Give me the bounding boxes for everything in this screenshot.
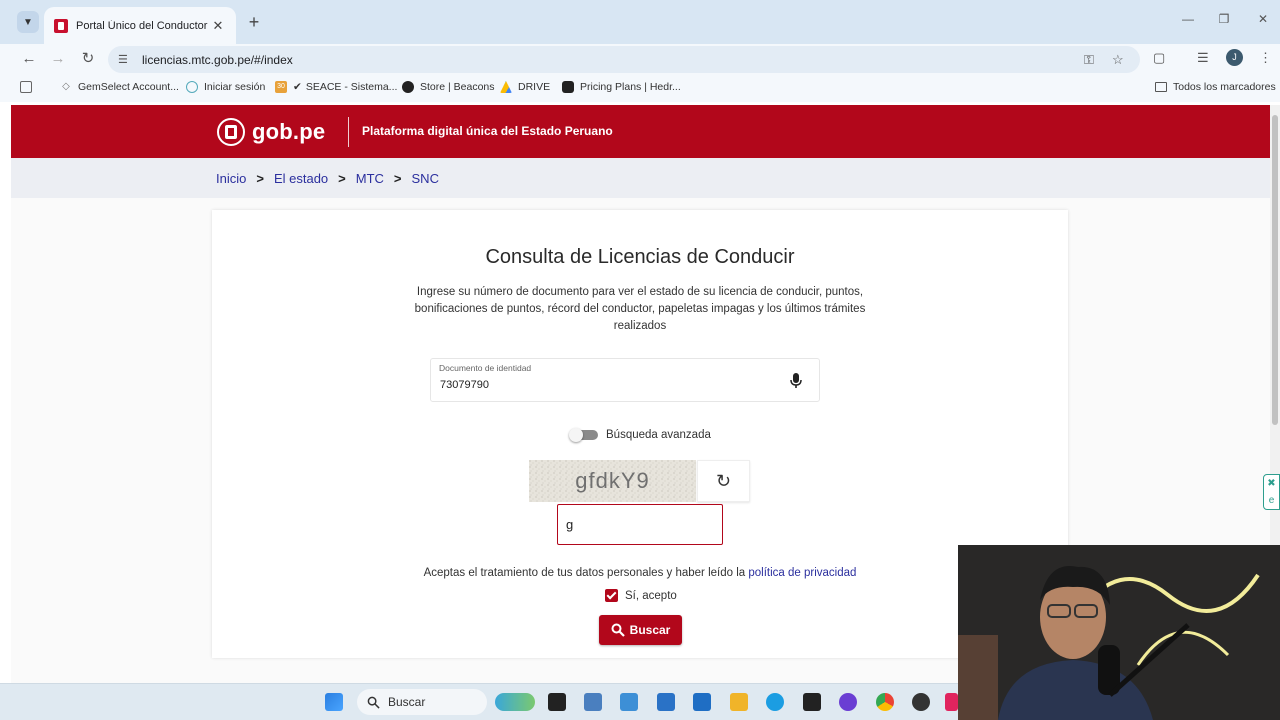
app-icon[interactable] — [803, 693, 821, 711]
breadcrumb: Inicio > El estado > MTC > SNC — [11, 158, 1270, 198]
header-divider — [348, 117, 349, 147]
bookmarks-bar: ◇ GemSelect Account... Iniciar sesión 30… — [0, 74, 1280, 102]
page-title: Consulta de Licencias de Conducir — [485, 246, 795, 268]
bookmark-star-icon[interactable]: ☆ — [1112, 52, 1124, 68]
search-button[interactable]: Buscar — [599, 615, 682, 645]
search-button-label: Buscar — [629, 623, 671, 637]
windows-start-icon[interactable] — [325, 693, 343, 711]
breadcrumb-inicio[interactable]: Inicio — [216, 171, 246, 186]
restore-window-icon[interactable]: ❐ — [1216, 12, 1232, 26]
webcam-overlay — [958, 545, 1280, 720]
header-tagline: Plataforma digital única del Estado Peru… — [362, 124, 613, 138]
address-bar[interactable]: ☰ licencias.mtc.gob.pe/#/index ⚿ ☆ — [108, 46, 1140, 73]
document-input[interactable] — [440, 379, 770, 391]
bookmark-beacons[interactable]: Store | Beacons — [402, 81, 495, 93]
breadcrumb-mtc[interactable]: MTC — [356, 171, 384, 186]
taskbar-search[interactable]: Buscar — [357, 689, 487, 715]
breadcrumb-snc[interactable]: SNC — [412, 171, 439, 186]
side-extension-widget[interactable]: ✖ e — [1263, 474, 1280, 510]
scrollbar-thumb[interactable] — [1272, 115, 1278, 425]
bookmark-seace[interactable]: 30 ✔ SEACE - Sistema... — [275, 81, 397, 93]
license-query-card: Consulta de Licencias de Conducir Ingres… — [212, 210, 1068, 658]
close-window-icon[interactable]: ✕ — [1255, 12, 1271, 26]
url-text: licencias.mtc.gob.pe/#/index — [142, 52, 293, 67]
microphone-icon[interactable] — [789, 372, 803, 390]
beacons-icon — [402, 81, 414, 93]
reload-icon[interactable]: ↻ — [79, 50, 97, 68]
breadcrumb-separator: > — [256, 170, 264, 186]
webcam-video — [958, 545, 1280, 720]
browser-tab-active[interactable]: Portal Único del Conductor ✕ — [44, 7, 236, 44]
snipping-tool-icon[interactable] — [620, 693, 638, 711]
gem-icon: ◇ — [62, 81, 70, 92]
peru-shield-icon — [217, 118, 245, 146]
drive-icon — [500, 81, 512, 93]
folder-icon — [1155, 82, 1167, 92]
document-label: Documento de identidad — [439, 363, 532, 373]
login-icon — [186, 81, 198, 93]
privacy-text: Aceptas el tratamiento de tus datos pers… — [423, 567, 746, 579]
app-circle-icon[interactable] — [839, 693, 857, 711]
widgets-icon[interactable] — [495, 693, 535, 711]
browser-toolbar: ← → ↻ ☰ licencias.mtc.gob.pe/#/index ⚿ ☆ — [0, 44, 1280, 74]
outlook-icon[interactable] — [693, 693, 711, 711]
search-icon — [367, 696, 380, 709]
chrome-icon[interactable] — [876, 693, 894, 711]
bookmark-iniciar-sesion[interactable]: Iniciar sesión — [186, 81, 265, 93]
gob-favicon-icon — [54, 18, 68, 33]
forward-arrow-icon[interactable]: → — [49, 50, 67, 68]
advanced-search-toggle[interactable] — [569, 428, 599, 442]
refresh-captcha-button[interactable]: ↻ — [697, 460, 750, 502]
password-key-icon[interactable]: ⚿ — [1084, 52, 1094, 68]
bookmark-drive[interactable]: DRIVE — [500, 81, 550, 93]
advanced-search-row: Búsqueda avanzada — [569, 428, 711, 442]
tab-title: Portal Único del Conductor — [76, 19, 208, 32]
accept-row: Sí, acepto — [605, 589, 677, 602]
tab-search-button[interactable]: ▼ — [17, 11, 39, 33]
edge-icon[interactable] — [766, 693, 784, 711]
breadcrumb-separator: > — [393, 170, 402, 186]
breadcrumb-el-estado[interactable]: El estado — [274, 171, 328, 186]
seace-icon: 30 — [275, 81, 287, 93]
browser-tabstrip: ▼ Portal Único del Conductor ✕ + — ❐ ✕ — [0, 0, 1280, 44]
captcha-input[interactable] — [557, 504, 723, 545]
bookmark-hedra[interactable]: Pricing Plans | Hedr... — [562, 81, 681, 93]
page-description: Ingrese su número de documento para ver … — [414, 286, 866, 332]
breadcrumb-separator: > — [338, 170, 346, 186]
os-taskbar: Buscar — [0, 683, 958, 720]
file-explorer-icon[interactable] — [730, 693, 748, 711]
hedra-icon — [562, 81, 574, 93]
gob-pe-logo[interactable]: gob.pe — [216, 117, 325, 147]
document-field[interactable]: Documento de identidad — [430, 358, 820, 402]
notion-icon[interactable] — [548, 693, 566, 711]
browser-menu-icon[interactable]: ⋮ — [1259, 50, 1272, 66]
privacy-policy-link[interactable]: política de privacidad — [748, 567, 856, 579]
logo-text: gob.pe — [252, 119, 326, 144]
media-controls-icon[interactable]: ☰ — [1197, 50, 1209, 66]
apps-grid-icon[interactable] — [20, 81, 38, 93]
calculator-icon[interactable] — [584, 693, 602, 711]
accept-checkbox[interactable] — [605, 589, 618, 602]
refresh-icon: ↻ — [715, 470, 732, 491]
accept-label: Sí, acepto — [625, 589, 677, 602]
calendar-icon[interactable] — [657, 693, 675, 711]
gov-header: gob.pe Plataforma digital única del Esta… — [11, 105, 1270, 158]
search-icon — [611, 623, 625, 637]
extensions-icon[interactable]: ▢ — [1153, 50, 1165, 66]
captcha-text: gfdkY9 — [575, 468, 650, 493]
profile-avatar[interactable]: J — [1226, 49, 1243, 66]
all-bookmarks-folder[interactable]: Todos los marcadores — [1155, 81, 1276, 93]
close-tab-icon[interactable]: ✕ — [210, 18, 226, 34]
back-arrow-icon[interactable]: ← — [20, 50, 38, 68]
site-settings-icon[interactable]: ☰ — [118, 54, 132, 66]
obs-icon[interactable] — [912, 693, 930, 711]
taskbar-search-placeholder: Buscar — [388, 695, 426, 709]
bookmark-gemselect[interactable]: ◇ GemSelect Account... — [60, 81, 179, 93]
minimize-icon[interactable]: — — [1180, 12, 1196, 26]
new-tab-button[interactable]: + — [244, 11, 264, 33]
captcha-image: gfdkY9 — [529, 460, 696, 502]
privacy-notice: Aceptas el tratamiento de tus datos pers… — [212, 567, 1068, 579]
app-pink-icon[interactable] — [945, 693, 958, 711]
advanced-search-label: Búsqueda avanzada — [606, 429, 711, 441]
